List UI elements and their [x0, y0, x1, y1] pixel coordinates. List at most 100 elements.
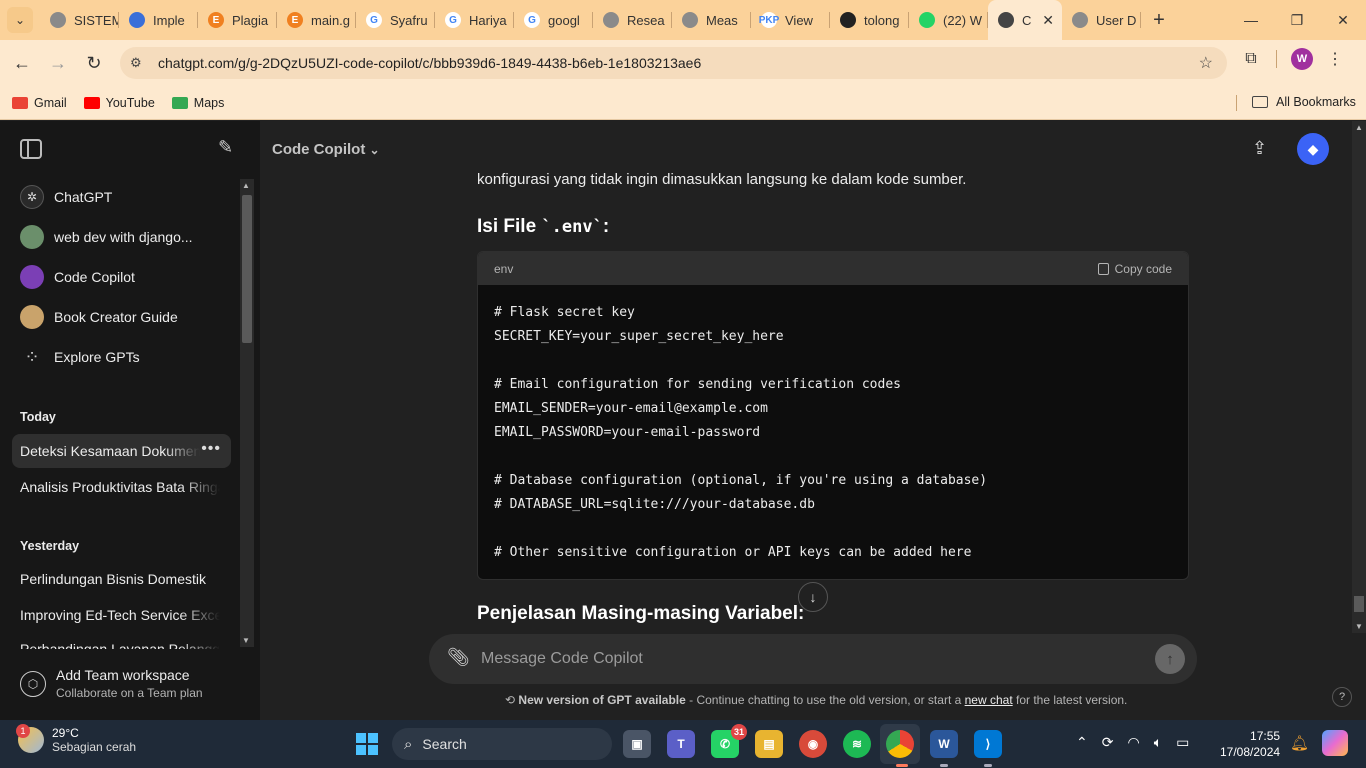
minimize-icon[interactable]: — [1228, 12, 1274, 29]
new-tab-button[interactable]: + [1141, 9, 1177, 32]
new-chat-link[interactable]: new chat [965, 693, 1013, 707]
restore-icon[interactable]: ❐ [1274, 12, 1320, 29]
vscode-icon[interactable]: ⟩ [974, 730, 1002, 758]
spotify-icon[interactable]: ≋ [843, 730, 871, 758]
chrome-icon[interactable] [886, 730, 914, 758]
browser-tab[interactable]: G Syafru [356, 0, 435, 40]
sidebar-gpt-label: Explore GPTs [54, 349, 140, 365]
paperclip-icon[interactable]: 📎︎ [447, 647, 470, 668]
copy-code-button[interactable]: Copy code [1097, 261, 1172, 276]
browser-tab-active[interactable]: C ✕ [988, 0, 1062, 40]
message-input[interactable] [481, 646, 1121, 672]
chat-scrollbar[interactable]: ▲ ▼ [1352, 121, 1366, 633]
chat-options-icon[interactable]: ••• [201, 440, 221, 458]
browser-tab[interactable]: Emain.g [277, 0, 356, 40]
sidebar-gpt-item[interactable]: Code Copilot [20, 265, 135, 289]
bookmark-gmail[interactable]: Gmail [12, 96, 67, 110]
sidebar-gpt-item[interactable]: web dev with django... [20, 225, 193, 249]
model-selector[interactable]: Code Copilot ⌄ [272, 141, 380, 158]
gpt-badge-icon[interactable]: ◆ [1297, 133, 1329, 165]
taskbar-search[interactable]: ⌕ Search [392, 728, 612, 760]
refresh-icon: ⟲ [505, 693, 516, 707]
battery-icon[interactable]: ▭ [1176, 734, 1189, 751]
bookmark-star-icon[interactable]: ☆ [1199, 53, 1213, 73]
whatsapp-icon[interactable]: ✆ 31 [711, 724, 747, 758]
add-team-workspace[interactable]: ⬡ Add Team workspace Collaborate on a Te… [20, 667, 203, 700]
chevron-up-icon[interactable]: ⌃ [1076, 734, 1088, 751]
gpt-version-notice: ⟲ New version of GPT available - Continu… [505, 693, 1127, 707]
tab-favicon-icon [840, 12, 856, 28]
team-subtitle: Collaborate on a Team plan [56, 686, 203, 700]
reload-button[interactable]: ↻ [76, 53, 112, 74]
app-icon[interactable]: ◉ [799, 730, 827, 758]
history-item-today-2[interactable]: Analisis Produktivitas Bata Ringan [20, 479, 220, 495]
browser-tab[interactable]: PKP View [751, 0, 830, 40]
sidebar-gpt-item[interactable]: ✲ ChatGPT [20, 185, 112, 209]
history-item-yesterday-1[interactable]: Perlindungan Bisnis Domestik [20, 571, 220, 587]
share-icon[interactable]: ⇪ [1252, 138, 1267, 159]
browser-tab[interactable]: Ggoogl [514, 0, 593, 40]
site-info-icon[interactable]: ⚙ [130, 55, 150, 71]
browser-tab[interactable]: (22) W [909, 0, 988, 40]
sidebar-header: ✎ [0, 121, 260, 177]
chevron-down-icon: ⌄ [369, 143, 380, 157]
notification-bell-icon[interactable]: 🔔︎ [1290, 734, 1309, 752]
browser-tab[interactable]: SISTEM [40, 0, 119, 40]
bookmark-maps[interactable]: Maps [171, 96, 224, 110]
volume-icon[interactable]: 🔈︎ [1154, 734, 1162, 751]
weather-widget[interactable]: 1 29°C Sebagian cerah [16, 724, 137, 754]
weather-desc: Sebagian cerah [52, 740, 137, 754]
browser-tab[interactable]: E Plagia [198, 0, 277, 40]
tab-title: C [1022, 12, 1032, 28]
os-taskbar: 1 29°C Sebagian cerah ⌕ Search ▣ T ✆ 31 ▤… [0, 720, 1366, 768]
chat-scroll-thumb[interactable] [1354, 596, 1364, 612]
help-button[interactable]: ? [1332, 687, 1352, 707]
sidebar-scroll-thumb[interactable] [242, 195, 252, 343]
browser-tab[interactable]: User D [1062, 0, 1141, 40]
sidebar-gpt-item[interactable]: ⁘ Explore GPTs [20, 345, 140, 369]
close-tab-icon[interactable]: ✕ [1042, 12, 1054, 29]
browser-tab[interactable]: tolong [830, 0, 909, 40]
robot-avatar [20, 265, 44, 289]
scroll-down-arrow-icon[interactable]: ▼ [1355, 622, 1363, 631]
history-item-yesterday-2[interactable]: Improving Ed-Tech Service Excellence [20, 607, 220, 623]
profile-avatar[interactable]: W [1291, 48, 1313, 70]
browser-tab[interactable]: Resea [593, 0, 672, 40]
tab-search-button[interactable]: ⌄ [0, 0, 40, 40]
address-bar[interactable]: ⚙ chatgpt.com/g/g-2DQzU5UZI-code-copilot… [120, 47, 1227, 79]
sidebar-toggle-icon[interactable] [20, 139, 42, 159]
browser-tab[interactable]: Meas [672, 0, 751, 40]
copilot-icon[interactable] [1322, 730, 1348, 756]
copy-code-label: Copy code [1114, 261, 1172, 276]
history-item-yesterday-3[interactable]: Perbandingan Layanan Pelanggan Ca [20, 641, 220, 649]
tab-favicon-icon [50, 12, 66, 28]
scroll-up-icon[interactable]: ▲ [242, 181, 250, 190]
bookmark-youtube[interactable]: YouTube [83, 96, 155, 110]
teams-icon[interactable]: T [667, 730, 695, 758]
browser-tab[interactable]: G Hariya [435, 0, 514, 40]
scroll-down-arrow-icon[interactable]: ▼ [242, 636, 250, 645]
clock[interactable]: 17:55 17/08/2024 [1220, 728, 1280, 760]
word-icon[interactable]: W [930, 730, 958, 758]
file-explorer-icon[interactable]: ▤ [755, 730, 783, 758]
sidebar-gpt-item[interactable]: Book Creator Guide [20, 305, 178, 329]
sidebar-scrollbar[interactable]: ▲ ▼ [240, 179, 254, 647]
new-chat-icon[interactable]: ✎ [218, 137, 233, 158]
extensions-icon[interactable]: ⧉ [1240, 50, 1262, 68]
sync-icon[interactable]: ⟳ [1102, 734, 1114, 751]
all-bookmarks-button[interactable]: All Bookmarks [1252, 95, 1356, 109]
taskbar-search-label: Search [422, 736, 467, 752]
forward-button[interactable]: → [40, 53, 76, 74]
task-view-icon[interactable]: ▣ [623, 730, 651, 758]
scroll-up-icon[interactable]: ▲ [1355, 123, 1363, 132]
close-window-icon[interactable]: ✕ [1320, 12, 1366, 29]
history-item-today-1[interactable]: Deteksi Kesamaan Dokumen [20, 443, 200, 459]
tab-title: tolong [864, 12, 900, 28]
back-button[interactable]: ← [4, 53, 40, 74]
send-button[interactable]: ↑ [1155, 644, 1185, 674]
browser-menu-icon[interactable]: ⋮ [1327, 49, 1343, 69]
windows-start-icon[interactable] [356, 733, 378, 755]
browser-tab[interactable]: Imple [119, 0, 198, 40]
wifi-icon[interactable]: ◠ [1127, 734, 1139, 751]
